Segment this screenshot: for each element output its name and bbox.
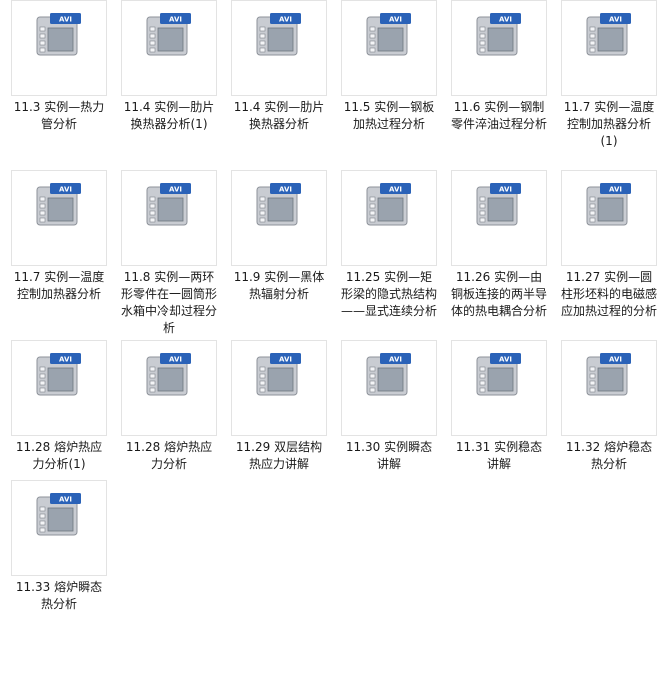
file-thumbnail[interactable]: AVI	[451, 0, 547, 96]
file-name-label[interactable]: 11.5 实例—钢板加热过程分析	[341, 99, 437, 133]
file-thumbnail[interactable]: AVI	[231, 0, 327, 96]
file-name-label[interactable]: 11.28 熔炉热应力分析(1)	[11, 439, 107, 473]
file-thumbnail[interactable]: AVI	[231, 170, 327, 266]
avi-badge-text: AVI	[279, 16, 292, 24]
avi-badge-text: AVI	[499, 186, 512, 194]
avi-video-file-icon: AVI	[146, 353, 191, 396]
file-name-label[interactable]: 11.4 实例—肋片换热器分析	[231, 99, 327, 133]
avi-video-file-icon: AVI	[36, 183, 81, 226]
file-name-label[interactable]: 11.7 实例—温度控制加热器分析	[11, 269, 107, 303]
file-thumbnail[interactable]: AVI	[11, 480, 107, 576]
file-thumbnail[interactable]: AVI	[121, 170, 217, 266]
avi-video-file-icon: AVI	[366, 353, 411, 396]
file-item[interactable]: AVI 11.7 实例—温度控制加热器分析	[11, 170, 107, 340]
file-name-label[interactable]: 11.26 实例—由铜板连接的两半导体的热电耦合分析	[451, 269, 547, 320]
avi-badge-text: AVI	[389, 356, 402, 364]
avi-badge-text: AVI	[169, 186, 182, 194]
file-name-label[interactable]: 11.6 实例—钢制零件淬油过程分析	[451, 99, 547, 133]
file-item[interactable]: AVI 11.33 熔炉瞬态热分析	[11, 480, 107, 680]
file-thumbnail[interactable]: AVI	[231, 340, 327, 436]
avi-video-file-icon: AVI	[476, 183, 521, 226]
file-thumbnail[interactable]: AVI	[561, 170, 657, 266]
avi-badge-text: AVI	[279, 356, 292, 364]
avi-video-file-icon: AVI	[476, 13, 521, 56]
file-name-label[interactable]: 11.32 熔炉稳态热分析	[561, 439, 657, 473]
avi-badge-text: AVI	[169, 16, 182, 24]
file-grid: AVI 11.3 实例—热力管分析 AVI 11.4 实例—肋片换热器分析(1) AVI…	[11, 0, 657, 680]
file-thumbnail[interactable]: AVI	[121, 340, 217, 436]
file-item[interactable]: AVI 11.7 实例—温度控制加热器分析(1)	[561, 0, 657, 170]
avi-badge-text: AVI	[169, 356, 182, 364]
file-item[interactable]: AVI 11.6 实例—钢制零件淬油过程分析	[451, 0, 547, 170]
file-item[interactable]: AVI 11.26 实例—由铜板连接的两半导体的热电耦合分析	[451, 170, 547, 340]
avi-video-file-icon: AVI	[36, 353, 81, 396]
file-item[interactable]: AVI 11.8 实例—两环形零件在一圆筒形水箱中冷却过程分析	[121, 170, 217, 340]
file-name-label[interactable]: 11.28 熔炉热应力分析	[121, 439, 217, 473]
file-name-label[interactable]: 11.30 实例瞬态讲解	[341, 439, 437, 473]
file-item[interactable]: AVI 11.25 实例—矩形梁的隐式热结构——显式连续分析	[341, 170, 437, 340]
avi-badge-text: AVI	[389, 16, 402, 24]
file-item[interactable]: AVI 11.32 熔炉稳态热分析	[561, 340, 657, 510]
file-item[interactable]: AVI 11.3 实例—热力管分析	[11, 0, 107, 170]
avi-video-file-icon: AVI	[586, 183, 631, 226]
file-name-label[interactable]: 11.7 实例—温度控制加热器分析(1)	[561, 99, 657, 150]
file-thumbnail[interactable]: AVI	[341, 170, 437, 266]
file-name-label[interactable]: 11.29 双层结构热应力讲解	[231, 439, 327, 473]
avi-badge-text: AVI	[59, 496, 72, 504]
file-thumbnail[interactable]: AVI	[11, 0, 107, 96]
avi-video-file-icon: AVI	[256, 183, 301, 226]
avi-badge-text: AVI	[389, 186, 402, 194]
file-item[interactable]: AVI 11.30 实例瞬态讲解	[341, 340, 437, 510]
file-item[interactable]: AVI 11.5 实例—钢板加热过程分析	[341, 0, 437, 170]
avi-badge-text: AVI	[609, 16, 622, 24]
avi-video-file-icon: AVI	[36, 13, 81, 56]
avi-video-file-icon: AVI	[476, 353, 521, 396]
avi-video-file-icon: AVI	[366, 183, 411, 226]
file-thumbnail[interactable]: AVI	[451, 340, 547, 436]
file-name-label[interactable]: 11.31 实例稳态讲解	[451, 439, 547, 473]
file-item[interactable]: AVI 11.4 实例—肋片换热器分析	[231, 0, 327, 170]
file-name-label[interactable]: 11.27 实例—圆柱形坯料的电磁感应加热过程的分析	[561, 269, 657, 320]
avi-badge-text: AVI	[499, 16, 512, 24]
avi-video-file-icon: AVI	[256, 13, 301, 56]
file-name-label[interactable]: 11.9 实例—黑体热辐射分析	[231, 269, 327, 303]
file-thumbnail[interactable]: AVI	[341, 0, 437, 96]
avi-badge-text: AVI	[279, 186, 292, 194]
avi-video-file-icon: AVI	[36, 493, 81, 536]
file-item[interactable]: AVI 11.29 双层结构热应力讲解	[231, 340, 327, 510]
file-thumbnail[interactable]: AVI	[451, 170, 547, 266]
file-item[interactable]: AVI 11.9 实例—黑体热辐射分析	[231, 170, 327, 340]
file-thumbnail[interactable]: AVI	[121, 0, 217, 96]
avi-badge-text: AVI	[609, 356, 622, 364]
avi-video-file-icon: AVI	[586, 13, 631, 56]
file-name-label[interactable]: 11.8 实例—两环形零件在一圆筒形水箱中冷却过程分析	[121, 269, 217, 337]
file-name-label[interactable]: 11.25 实例—矩形梁的隐式热结构——显式连续分析	[341, 269, 437, 320]
file-name-label[interactable]: 11.3 实例—热力管分析	[11, 99, 107, 133]
file-name-label[interactable]: 11.4 实例—肋片换热器分析(1)	[121, 99, 217, 133]
file-thumbnail[interactable]: AVI	[11, 170, 107, 266]
file-item[interactable]: AVI 11.28 熔炉热应力分析	[121, 340, 217, 510]
avi-badge-text: AVI	[59, 356, 72, 364]
file-thumbnail[interactable]: AVI	[341, 340, 437, 436]
file-thumbnail[interactable]: AVI	[561, 340, 657, 436]
avi-video-file-icon: AVI	[586, 353, 631, 396]
avi-badge-text: AVI	[59, 16, 72, 24]
file-item[interactable]: AVI 11.4 实例—肋片换热器分析(1)	[121, 0, 217, 170]
avi-badge-text: AVI	[609, 186, 622, 194]
avi-video-file-icon: AVI	[366, 13, 411, 56]
avi-video-file-icon: AVI	[146, 183, 191, 226]
file-name-label[interactable]: 11.33 熔炉瞬态热分析	[11, 579, 107, 613]
file-item[interactable]: AVI 11.31 实例稳态讲解	[451, 340, 547, 510]
avi-badge-text: AVI	[59, 186, 72, 194]
file-thumbnail[interactable]: AVI	[561, 0, 657, 96]
file-thumbnail[interactable]: AVI	[11, 340, 107, 436]
avi-video-file-icon: AVI	[146, 13, 191, 56]
avi-badge-text: AVI	[499, 356, 512, 364]
file-item[interactable]: AVI 11.27 实例—圆柱形坯料的电磁感应加热过程的分析	[561, 170, 657, 340]
avi-video-file-icon: AVI	[256, 353, 301, 396]
